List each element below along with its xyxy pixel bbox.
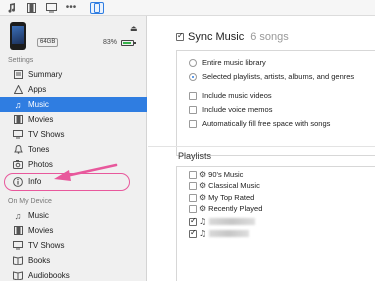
option-autofill[interactable]: Automatically fill free space with songs xyxy=(189,119,330,128)
device-item-audiobooks[interactable]: Audiobooks xyxy=(0,268,147,281)
option-selected-playlists[interactable]: Selected playlists, artists, albums, and… xyxy=(189,72,354,81)
sidebar-item-summary[interactable]: Summary xyxy=(0,67,147,82)
top-toolbar: ••• xyxy=(0,0,375,16)
playlist-row[interactable]: ⚙ 90's Music xyxy=(189,169,243,180)
sidebar-item-apps[interactable]: Apps xyxy=(0,82,147,97)
summary-icon xyxy=(13,70,23,80)
playlist-checkbox[interactable] xyxy=(189,216,197,226)
tv-shows-icon xyxy=(13,130,23,140)
movies-icon xyxy=(13,226,23,236)
on-my-device-header: On My Device xyxy=(8,198,52,205)
music-settings-panel: Sync Music 6 songs Entire music library … xyxy=(148,16,375,281)
gear-icon: ⚙ xyxy=(199,193,207,202)
photos-icon xyxy=(13,160,23,170)
bell-icon xyxy=(13,145,23,155)
books-icon xyxy=(13,256,23,266)
playlist-row[interactable]: ⚙ Classical Music xyxy=(189,180,260,191)
sidebar-item-tones[interactable]: Tones xyxy=(0,142,147,157)
sidebar-item-label: Tones xyxy=(28,145,50,154)
playlist-row[interactable]: ⚙ Recently Played xyxy=(189,203,262,214)
blurred-playlist-name xyxy=(209,230,250,237)
sidebar: 64GB ⏏ 83% Settings Summary Apps ♫ Music… xyxy=(0,16,147,281)
pointer-arrow xyxy=(54,163,118,181)
sync-music-header: Sync Music 6 songs xyxy=(176,31,289,43)
playlists-heading: Playlists xyxy=(178,151,212,161)
playlist-row[interactable]: ♫ xyxy=(189,228,250,239)
blurred-playlist-name xyxy=(209,218,256,225)
playlist-checkbox[interactable] xyxy=(189,193,197,202)
device-item-tv-shows[interactable]: TV Shows xyxy=(0,238,147,253)
option-label: Selected playlists, artists, albums, and… xyxy=(202,72,355,81)
settings-header: Settings xyxy=(8,57,34,64)
sync-music-label: Sync Music xyxy=(188,31,245,43)
sidebar-item-label: Movies xyxy=(28,115,54,124)
capacity-badge: 64GB xyxy=(37,38,59,47)
more-icon[interactable]: ••• xyxy=(65,2,77,14)
playlist-icon: ♫ xyxy=(199,229,207,238)
playlist-checkbox[interactable] xyxy=(189,204,197,213)
option-label: Automatically fill free space with songs xyxy=(202,119,331,128)
apps-icon xyxy=(13,85,23,95)
option-include-music-videos[interactable]: Include music videos xyxy=(189,91,272,100)
sync-options-box: Entire music library Selected playlists,… xyxy=(176,50,375,156)
film-icon[interactable] xyxy=(26,2,36,14)
movies-icon xyxy=(13,115,23,125)
autofill-checkbox[interactable] xyxy=(189,119,197,128)
music-icon: ♫ xyxy=(14,99,22,110)
device-summary: 64GB ⏏ 83% xyxy=(0,16,147,54)
battery-icon xyxy=(121,40,136,46)
sync-music-checkbox[interactable] xyxy=(176,31,184,41)
playlist-name: Classical Music xyxy=(208,181,260,190)
gear-icon: ⚙ xyxy=(199,170,207,179)
sidebar-item-label: TV Shows xyxy=(28,241,65,250)
sidebar-item-music[interactable]: ♫ Music xyxy=(0,97,147,112)
sidebar-item-label: Music xyxy=(28,211,49,220)
song-count: 6 songs xyxy=(250,31,289,43)
option-entire-library[interactable]: Entire music library xyxy=(189,58,266,67)
device-item-music[interactable]: ♫ Music xyxy=(0,208,147,223)
sidebar-item-label: Apps xyxy=(28,85,47,94)
playlist-name: Recently Played xyxy=(208,204,263,213)
option-include-voice-memos[interactable]: Include voice memos xyxy=(189,105,272,114)
include-music-videos-checkbox[interactable] xyxy=(189,91,197,100)
sidebar-item-tv-shows[interactable]: TV Shows xyxy=(0,127,147,142)
section-divider xyxy=(148,146,375,147)
include-voice-memos-checkbox[interactable] xyxy=(189,105,197,114)
music-note-icon[interactable] xyxy=(6,2,16,14)
tv-icon[interactable] xyxy=(46,2,57,14)
iphone-image xyxy=(10,22,26,50)
audiobooks-icon xyxy=(13,271,23,281)
entire-library-radio[interactable] xyxy=(189,58,197,67)
battery-percent: 83% xyxy=(103,39,118,46)
playlist-checkbox[interactable] xyxy=(189,228,197,238)
option-label: Entire music library xyxy=(202,58,266,67)
option-label: Include music videos xyxy=(202,91,272,100)
gear-icon: ⚙ xyxy=(199,204,207,213)
playlists-list: ⚙ 90's Music ⚙ Classical Music ⚙ My Top … xyxy=(176,166,375,281)
sidebar-item-label: Music xyxy=(28,100,49,109)
playlist-checkbox[interactable] xyxy=(189,170,197,179)
sidebar-item-movies[interactable]: Movies xyxy=(0,112,147,127)
eject-icon[interactable]: ⏏ xyxy=(130,24,138,33)
sidebar-item-label: Books xyxy=(28,256,51,265)
playlist-name: My Top Rated xyxy=(208,193,255,202)
sidebar-item-label: Summary xyxy=(28,70,63,79)
playlist-name: 90's Music xyxy=(208,170,244,179)
sidebar-item-label: TV Shows xyxy=(28,130,65,139)
device-item-books[interactable]: Books xyxy=(0,253,147,268)
tv-shows-icon xyxy=(13,241,23,251)
sidebar-item-label: Movies xyxy=(28,226,54,235)
option-label: Include voice memos xyxy=(202,105,273,114)
gear-icon: ⚙ xyxy=(199,181,207,190)
music-icon: ♫ xyxy=(14,210,22,221)
sidebar-item-label: Audiobooks xyxy=(28,271,70,280)
playlist-icon: ♫ xyxy=(199,217,207,226)
selected-playlists-radio[interactable] xyxy=(189,72,197,81)
playlist-checkbox[interactable] xyxy=(189,181,197,190)
playlist-row[interactable]: ⚙ My Top Rated xyxy=(189,192,254,203)
playlist-row[interactable]: ♫ xyxy=(189,216,256,227)
device-item-movies[interactable]: Movies xyxy=(0,223,147,238)
device-icon[interactable] xyxy=(90,2,104,14)
